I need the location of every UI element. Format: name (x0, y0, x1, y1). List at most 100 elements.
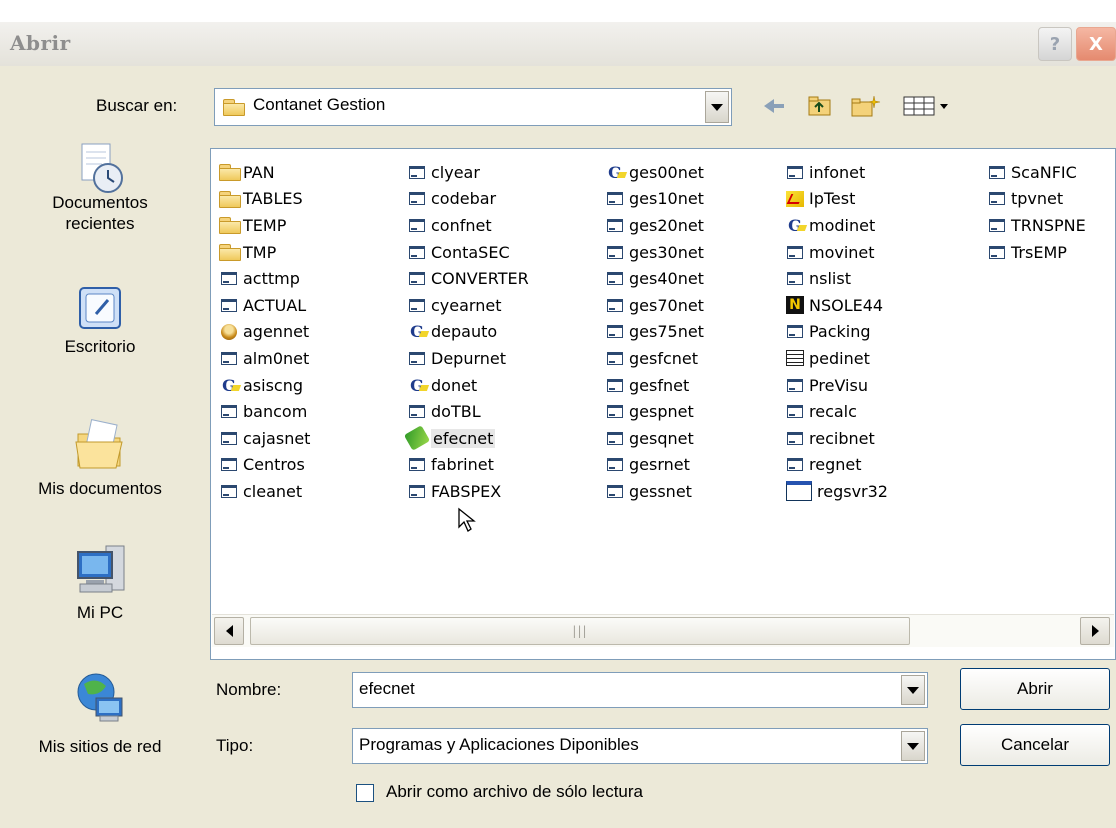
list-item[interactable]: ges75net (605, 319, 704, 346)
list-item[interactable]: regsvr32 (785, 478, 888, 505)
list-item[interactable]: recalc (785, 398, 888, 425)
list-item[interactable]: clyear (407, 159, 529, 186)
list-item[interactable]: CONVERTER (407, 265, 529, 292)
list-item[interactable]: tpvnet (987, 186, 1086, 213)
application-icon (989, 165, 1005, 179)
file-column-3: Gges00net ges10net ges20net ges30net ges… (605, 159, 704, 505)
open-button[interactable]: Abrir (960, 668, 1110, 710)
look-in-value: Contanet Gestion (253, 95, 386, 114)
list-item[interactable]: pedinet (785, 345, 888, 372)
recent-documents-label-2: recientes (65, 214, 135, 233)
list-item[interactable]: infonet (785, 159, 888, 186)
list-item[interactable]: gespnet (605, 398, 704, 425)
list-item[interactable]: ges70net (605, 292, 704, 319)
list-item[interactable]: PAN (219, 159, 310, 186)
application-icon (607, 192, 623, 206)
scroll-thumb[interactable]: ||| (250, 617, 910, 645)
list-item[interactable]: acttmp (219, 265, 310, 292)
list-item[interactable]: agennet (219, 319, 310, 346)
list-item[interactable]: Gmodinet (785, 212, 888, 239)
file-list[interactable]: PAN TABLES TEMP TMP acttmp ACTUAL agenne… (210, 148, 1116, 660)
list-item[interactable]: regnet (785, 452, 888, 479)
my-documents-icon (72, 412, 128, 469)
file-column-1: PAN TABLES TEMP TMP acttmp ACTUAL agenne… (219, 159, 310, 505)
filename-input[interactable]: efecnet (352, 672, 928, 708)
filetype-select[interactable]: Programas y Aplicaciones Diponibles (352, 728, 928, 764)
application-icon (607, 431, 623, 445)
list-item[interactable]: gesfcnet (605, 345, 704, 372)
list-item[interactable]: nslist (785, 265, 888, 292)
list-item[interactable]: gessnet (605, 478, 704, 505)
list-item[interactable]: gesrnet (605, 452, 704, 479)
list-item[interactable]: ges40net (605, 265, 704, 292)
list-item[interactable]: ScaNFIC (987, 159, 1086, 186)
list-item[interactable]: gesfnet (605, 372, 704, 399)
list-item[interactable]: ges20net (605, 212, 704, 239)
folder-icon (219, 164, 241, 182)
list-item[interactable]: ACTUAL (219, 292, 310, 319)
list-item[interactable]: movinet (785, 239, 888, 266)
up-folder-button[interactable] (806, 94, 834, 118)
title-bar: Abrir ? X (0, 22, 1116, 67)
list-item[interactable]: TEMP (219, 212, 310, 239)
new-folder-icon (851, 95, 881, 117)
places-desktop[interactable]: Escritorio (0, 284, 200, 357)
list-item[interactable]: Gdonet (407, 372, 529, 399)
readonly-checkbox[interactable] (356, 784, 374, 802)
list-item[interactable]: fabrinet (407, 452, 529, 479)
list-item[interactable]: ges30net (605, 239, 704, 266)
horizontal-scrollbar[interactable]: ||| (212, 614, 1114, 647)
list-item[interactable]: alm0net (219, 345, 310, 372)
chevron-down-icon[interactable] (901, 675, 925, 705)
list-item[interactable]: cajasnet (219, 425, 310, 452)
list-item[interactable]: TABLES (219, 186, 310, 213)
list-item[interactable]: Gges00net (605, 159, 704, 186)
scroll-left-button[interactable] (214, 617, 244, 645)
list-item[interactable]: bancom (219, 398, 310, 425)
list-item[interactable]: IpTest (785, 186, 888, 213)
nsole-icon: N (786, 296, 804, 315)
application-icon (607, 245, 623, 259)
back-arrow-icon (764, 99, 790, 113)
view-menu-button[interactable] (902, 94, 952, 118)
scroll-right-button[interactable] (1080, 617, 1110, 645)
application-icon (221, 458, 237, 472)
list-item[interactable]: TRNSPNE (987, 212, 1086, 239)
list-item[interactable]: ContaSEC (407, 239, 529, 266)
list-item[interactable]: codebar (407, 186, 529, 213)
list-item[interactable]: gesqnet (605, 425, 704, 452)
help-button[interactable]: ? (1038, 27, 1072, 61)
places-my-documents[interactable]: Mis documentos (0, 412, 200, 499)
list-item[interactable]: Packing (785, 319, 888, 346)
list-item[interactable]: cyearnet (407, 292, 529, 319)
application-icon (607, 405, 623, 419)
network-places-icon (72, 670, 128, 722)
cancel-button[interactable]: Cancelar (960, 724, 1110, 766)
list-item[interactable]: cleanet (219, 478, 310, 505)
list-item[interactable]: Centros (219, 452, 310, 479)
list-item[interactable]: Gdepauto (407, 319, 529, 346)
list-item[interactable]: PreVisu (785, 372, 888, 399)
places-network[interactable]: Mis sitios de red (0, 670, 200, 757)
list-item[interactable]: TMP (219, 239, 310, 266)
list-item[interactable]: Gasiscng (219, 372, 310, 399)
places-recent-documents[interactable]: Documentos recientes (0, 140, 200, 234)
list-item[interactable]: confnet (407, 212, 529, 239)
list-item[interactable]: efecnet (403, 425, 529, 452)
list-item[interactable]: FABSPEX (407, 478, 529, 505)
new-folder-button[interactable] (850, 94, 882, 118)
back-button[interactable] (764, 94, 790, 118)
list-item[interactable]: ges10net (605, 186, 704, 213)
list-item[interactable]: N NSOLE44 (785, 292, 888, 319)
list-item[interactable]: Depurnet (407, 345, 529, 372)
chevron-down-icon[interactable] (705, 91, 729, 123)
places-my-computer[interactable]: Mi PC (0, 542, 200, 623)
application-icon (409, 272, 425, 286)
look-in-combo[interactable]: Contanet Gestion (214, 88, 732, 126)
list-item[interactable]: doTBL (407, 398, 529, 425)
chevron-down-icon[interactable] (901, 731, 925, 761)
list-item[interactable]: TrsEMP (987, 239, 1086, 266)
mouse-cursor-icon (458, 507, 476, 532)
close-button[interactable]: X (1076, 27, 1116, 61)
list-item[interactable]: recibnet (785, 425, 888, 452)
